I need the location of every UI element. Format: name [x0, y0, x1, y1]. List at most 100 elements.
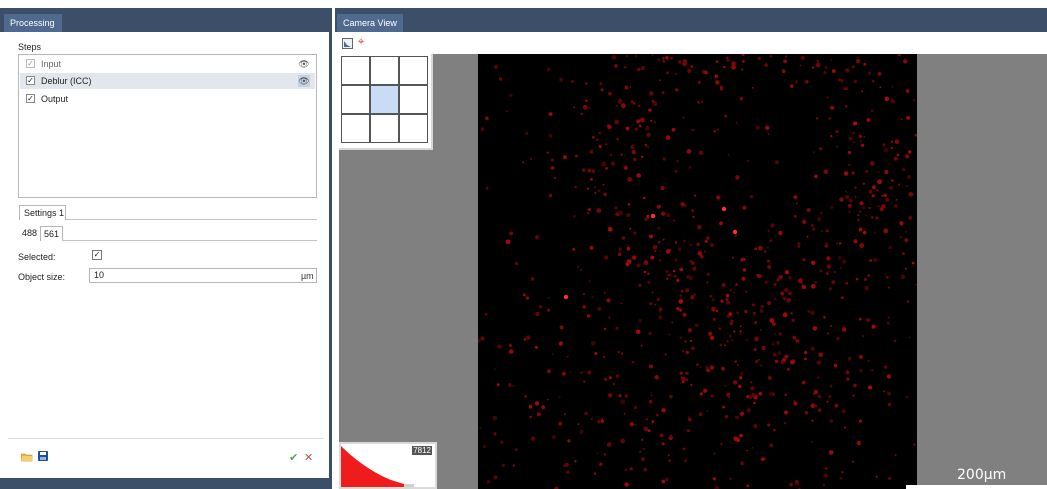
steps-list: ✓ Input 👁 ✓ Deblur (ICC) 👁 ✓ Output	[18, 54, 317, 198]
step-deblur[interactable]: ✓ Deblur (ICC) 👁	[20, 73, 315, 89]
cell-spot	[877, 205, 880, 208]
step-output-checkbox[interactable]: ✓	[26, 94, 35, 103]
cell-spot	[873, 231, 876, 234]
object-size-input[interactable]: 10	[89, 268, 317, 283]
step-output[interactable]: ✓ Output	[20, 91, 315, 107]
grid-cell[interactable]	[370, 114, 399, 143]
cell-spot	[741, 54, 745, 57]
cell-spot	[589, 149, 594, 154]
grid-cell-active[interactable]	[370, 85, 399, 114]
cell-spot	[868, 71, 872, 75]
cell-spot	[864, 285, 869, 291]
cell-spot	[764, 63, 768, 67]
tab-channel-488[interactable]: 488	[19, 226, 40, 241]
selected-checkbox[interactable]: ✓	[92, 250, 102, 260]
grid-cell[interactable]	[399, 56, 428, 85]
cell-spot	[724, 415, 728, 419]
cell-spot	[767, 264, 772, 270]
cell-spot	[618, 394, 622, 398]
cell-spot	[658, 308, 662, 312]
tab-camera-view[interactable]: Camera View	[337, 14, 403, 32]
cell-spot	[793, 195, 798, 200]
tab-settings-1[interactable]: Settings 1	[19, 205, 66, 220]
cell-spot	[750, 386, 755, 391]
tab-processing[interactable]: Processing	[4, 14, 62, 32]
step-input-checkbox[interactable]: ✓	[26, 59, 35, 68]
cell-spot	[607, 226, 613, 232]
grid-cell[interactable]	[341, 114, 370, 143]
open-folder-icon[interactable]	[20, 453, 33, 462]
cell-spot	[804, 411, 809, 415]
cell-spot	[881, 195, 884, 197]
cell-spot	[795, 338, 800, 343]
cell-spot	[810, 310, 815, 316]
cell-spot	[736, 311, 739, 315]
cell-spot	[848, 198, 853, 203]
cell-spot	[629, 422, 634, 427]
cell-spot	[714, 74, 719, 78]
cell-spot	[706, 272, 710, 276]
crosshair-tool-icon[interactable]: ⌖	[358, 37, 364, 48]
scale-bar	[906, 485, 1047, 489]
cell-spot	[535, 311, 540, 317]
cell-spot	[668, 459, 672, 463]
cell-spot	[819, 269, 823, 273]
grid-cell[interactable]	[341, 85, 370, 114]
grid-cell[interactable]	[399, 114, 428, 143]
cell-spot	[585, 99, 588, 103]
cell-spot	[754, 247, 758, 251]
cell-spot	[591, 169, 596, 173]
cell-spot	[652, 101, 658, 107]
grid-cell[interactable]	[370, 56, 399, 85]
intensity-histogram[interactable]: 7812	[339, 442, 437, 489]
cell-spot	[887, 316, 890, 319]
cell-spot	[684, 377, 689, 382]
cell-spot	[790, 312, 793, 315]
cell-spot	[724, 114, 727, 118]
cell-spot	[751, 447, 754, 449]
eye-icon[interactable]: 👁	[298, 75, 310, 87]
cell-signal-overlay	[478, 54, 917, 489]
cell-spot	[870, 216, 874, 219]
step-deblur-checkbox[interactable]: ✓	[26, 76, 35, 85]
cell-spot	[616, 137, 619, 141]
tab-channel-561[interactable]: 561	[40, 226, 64, 241]
cell-spot	[724, 344, 726, 347]
cell-spot	[728, 396, 730, 399]
cell-spot	[719, 343, 723, 347]
cell-spot	[735, 175, 740, 180]
cell-spot	[733, 436, 738, 442]
cell-spot	[875, 216, 879, 220]
cell-spot	[720, 299, 724, 303]
cell-spot	[791, 318, 795, 322]
histogram-tool-icon[interactable]	[342, 38, 353, 49]
cell-spot	[512, 464, 515, 467]
cell-spot	[814, 174, 818, 179]
cell-spot	[612, 382, 616, 385]
cell-spot	[905, 154, 910, 159]
cell-spot	[841, 409, 846, 414]
accept-icon[interactable]: ✔	[289, 453, 298, 464]
cell-spot	[711, 298, 715, 302]
eye-icon[interactable]: 👁	[298, 58, 310, 70]
microscope-image[interactable]	[478, 54, 917, 489]
cell-spot	[859, 317, 862, 321]
step-input[interactable]: ✓ Input 👁	[20, 56, 315, 72]
cell-spot	[690, 261, 695, 265]
cell-spot	[810, 403, 816, 409]
cell-spot	[745, 338, 749, 342]
cell-spot	[608, 91, 612, 96]
navigation-grid[interactable]	[339, 54, 433, 150]
cell-spot	[583, 380, 586, 383]
cell-spot	[561, 371, 566, 376]
cell-spot	[857, 218, 860, 222]
cell-spot	[891, 179, 894, 182]
cell-spot	[643, 260, 649, 266]
save-icon[interactable]	[38, 451, 48, 461]
cell-spot	[665, 135, 671, 140]
grid-cell[interactable]	[341, 56, 370, 85]
grid-cell[interactable]	[399, 85, 428, 114]
cell-spot	[640, 344, 643, 347]
cancel-icon[interactable]: ✕	[304, 453, 313, 464]
cell-spot	[700, 100, 704, 104]
